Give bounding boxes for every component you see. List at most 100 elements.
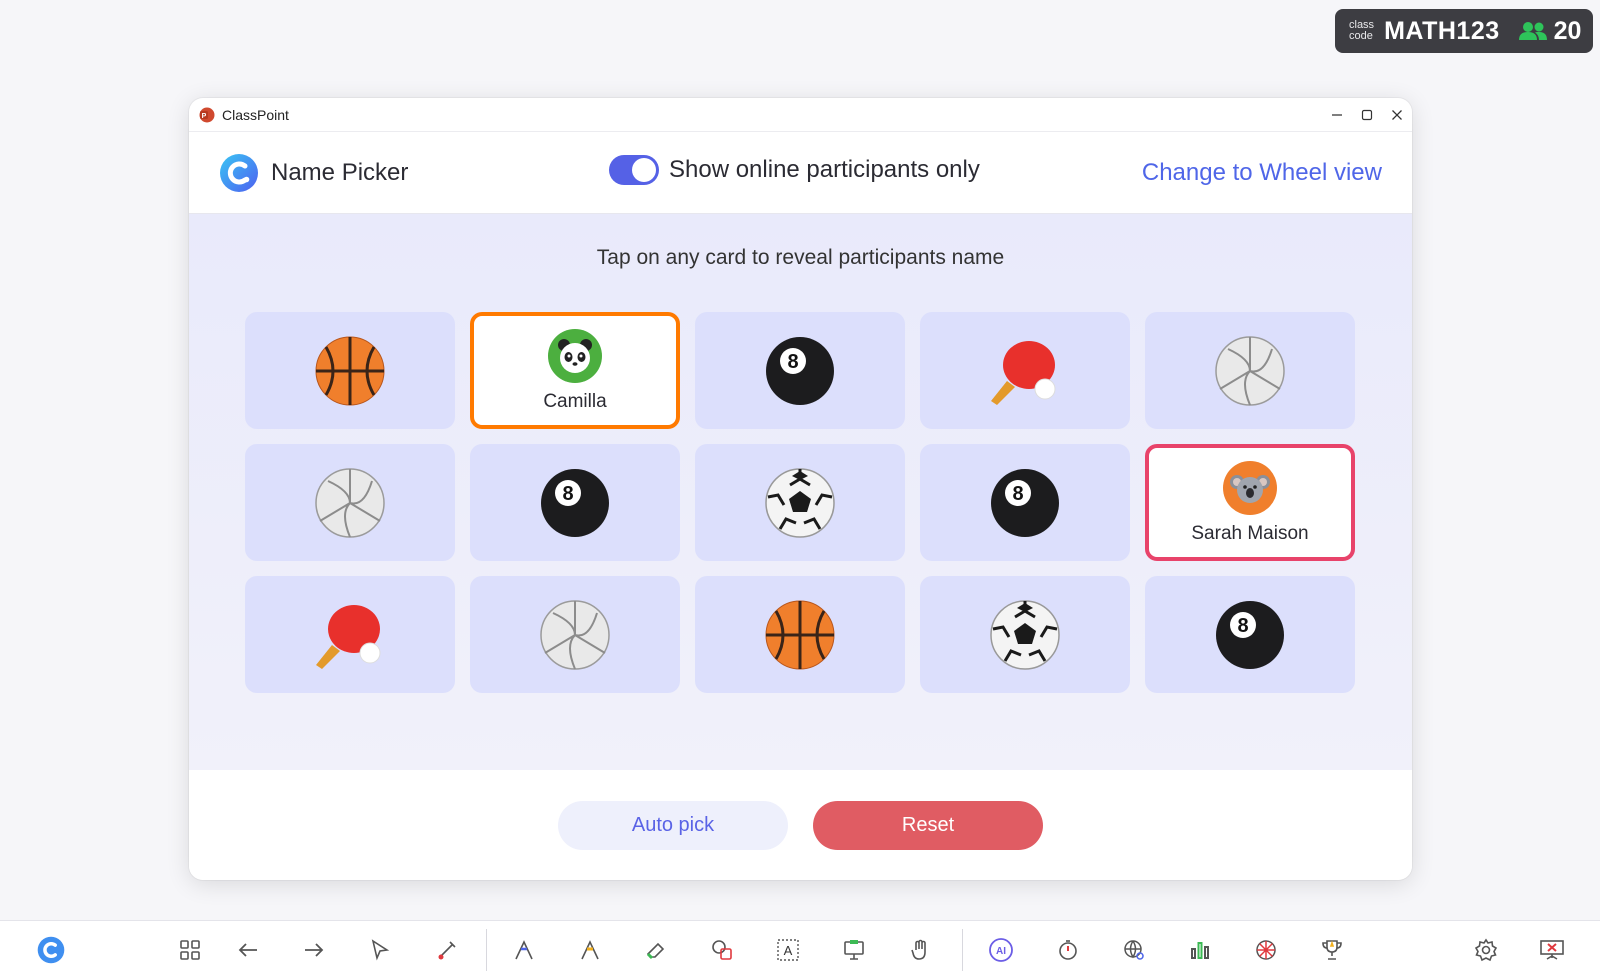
previous-slide-button[interactable]: [234, 936, 262, 964]
svg-text:8: 8: [562, 483, 573, 505]
svg-text:AI: AI: [996, 946, 1006, 957]
eight-ball-icon: 8: [1216, 600, 1284, 669]
shapes-button[interactable]: [708, 936, 736, 964]
drag-objects-icon: [911, 939, 926, 960]
card-grid: Camilla 8 8 8 Sarah Maison 8: [245, 312, 1355, 693]
close-icon: [1392, 109, 1402, 120]
settings-button[interactable]: [1472, 936, 1500, 964]
maximize-icon: [1361, 109, 1373, 120]
participant-count: 20: [1518, 17, 1581, 46]
basketball-icon: [315, 336, 385, 405]
online-only-toggle[interactable]: [609, 155, 659, 185]
classpoint-logo-icon: [220, 153, 258, 192]
instruction-text: Tap on any card to reveal participants n…: [596, 246, 1005, 269]
quiz-results-button[interactable]: [1186, 936, 1214, 964]
participant-name: Camilla: [543, 390, 607, 412]
close-button[interactable]: [1382, 98, 1412, 131]
name-picker-header: Name Picker Show online participants onl…: [189, 132, 1412, 214]
soccer-ball-icon: [765, 467, 835, 538]
volleyball-icon: [540, 599, 610, 670]
highlighter-icon: [581, 940, 599, 960]
svg-text:8: 8: [1012, 483, 1023, 505]
change-to-wheel-view-link[interactable]: Change to Wheel view: [1142, 159, 1382, 187]
next-slide-button[interactable]: [300, 936, 328, 964]
pointer-button[interactable]: [366, 936, 394, 964]
eight-ball-icon: 8: [766, 336, 834, 405]
maximize-button[interactable]: [1352, 98, 1382, 131]
leaderboard-button[interactable]: [1318, 936, 1346, 964]
auto-pick-button[interactable]: Auto pick: [558, 800, 788, 850]
eraser-button[interactable]: [642, 936, 670, 964]
card[interactable]: [470, 576, 680, 693]
toggle-label: Show online participants only: [669, 156, 980, 183]
minimize-icon: [1332, 113, 1342, 116]
classpoint-logo-icon: [37, 936, 65, 964]
card[interactable]: [920, 312, 1130, 429]
end-show-button[interactable]: [1538, 936, 1566, 964]
name-picker-wheel-icon: [1256, 940, 1276, 960]
card[interactable]: [695, 444, 905, 561]
panda-avatar: [548, 328, 602, 383]
people-icon: [1518, 22, 1547, 40]
reset-button[interactable]: Reset: [813, 800, 1043, 850]
minimize-button[interactable]: [1322, 98, 1352, 131]
end-show-icon: [1540, 940, 1564, 960]
participant-name: Sarah Maison: [1191, 522, 1309, 544]
drag-objects-button[interactable]: [906, 936, 934, 964]
settings-icon: [1474, 938, 1498, 962]
class-code-badge[interactable]: class code MATH123 20: [1335, 9, 1593, 53]
card[interactable]: 8: [470, 444, 680, 561]
ai-quiz-icon: AI: [989, 938, 1013, 962]
card[interactable]: 8: [920, 444, 1130, 561]
card-revealed-sarah-maison[interactable]: Sarah Maison: [1145, 444, 1355, 561]
name-picker-window: P ClassPoint Name Picker Show online par…: [189, 98, 1412, 880]
shapes-icon: [712, 940, 732, 960]
card[interactable]: [245, 576, 455, 693]
class-code: MATH123: [1384, 16, 1500, 45]
powerpoint-icon: P: [199, 107, 215, 122]
classpoint-toolbar: A AI: [0, 920, 1600, 978]
card[interactable]: [1145, 312, 1355, 429]
card[interactable]: 8: [695, 312, 905, 429]
leaderboard-icon: [1322, 940, 1342, 960]
web-search-button[interactable]: [1120, 936, 1148, 964]
slides-grid-button[interactable]: [176, 936, 204, 964]
volleyball-icon: [1215, 335, 1285, 406]
pointer-icon: [371, 939, 390, 961]
slides-grid-icon: [180, 940, 200, 960]
laser-pen-button[interactable]: [433, 936, 461, 964]
highlighter-button[interactable]: [576, 936, 604, 964]
laser-pen-icon: [438, 941, 456, 960]
online-only-toggle-group: Show online participants only: [609, 155, 980, 185]
eight-ball-icon: 8: [991, 468, 1059, 537]
text-box-icon: A: [777, 939, 799, 961]
svg-text:P: P: [202, 113, 207, 120]
ping-pong-icon: [991, 340, 1056, 405]
whiteboard-icon: [844, 940, 864, 960]
svg-text:A: A: [784, 943, 793, 958]
ping-pong-icon: [316, 604, 381, 669]
volleyball-icon: [315, 467, 385, 538]
ai-quiz-button[interactable]: AI: [987, 936, 1015, 964]
classpoint-menu-button[interactable]: [37, 936, 65, 964]
eraser-icon: [646, 942, 665, 960]
card[interactable]: [695, 576, 905, 693]
text-box-button[interactable]: A: [774, 936, 802, 964]
card[interactable]: [245, 444, 455, 561]
whiteboard-button[interactable]: [840, 936, 868, 964]
pen-icon: [515, 940, 533, 960]
card[interactable]: [245, 312, 455, 429]
previous-arrow-icon: [238, 943, 257, 957]
name-picker-wheel-button[interactable]: [1252, 936, 1280, 964]
page-title: Name Picker: [271, 158, 409, 186]
card-revealed-camilla[interactable]: Camilla: [470, 312, 680, 429]
card[interactable]: 8: [1145, 576, 1355, 693]
pen-button[interactable]: [510, 936, 538, 964]
koala-avatar: [1223, 460, 1277, 515]
class-code-label: class code: [1349, 19, 1375, 42]
web-search-icon: [1124, 940, 1144, 960]
timer-button[interactable]: [1054, 936, 1082, 964]
card[interactable]: [920, 576, 1130, 693]
card-area: Tap on any card to reveal participants n…: [189, 214, 1412, 770]
timer-icon: [1059, 940, 1077, 960]
